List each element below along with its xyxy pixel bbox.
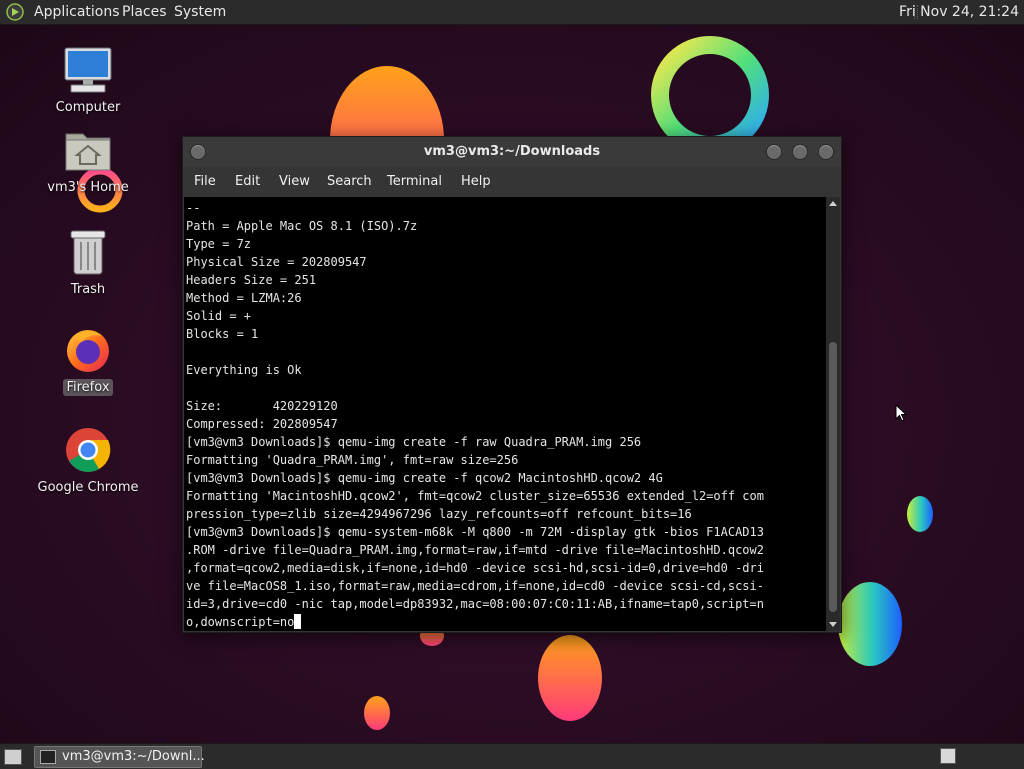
workspace-switcher[interactable] [940,748,956,764]
taskbar-window-label: vm3@vm3:~/Downl... [62,749,205,764]
places-menu[interactable]: Places [122,0,167,24]
terminal-line: Compressed: 202809547 [186,417,338,431]
terminal-line: Physical Size = 202809547 [186,255,367,269]
menu-search[interactable]: Search [327,167,372,197]
minimize-button[interactable] [766,144,782,160]
system-menu[interactable]: System [174,0,226,24]
menu-file[interactable]: File [194,167,216,197]
bottom-panel: vm3@vm3:~/Downl... [0,743,1024,769]
scroll-up-arrow-icon[interactable] [829,201,837,206]
terminal-line: .ROM -drive file=Quadra_PRAM.img,format=… [186,543,764,557]
terminal-line: Formatting 'Quadra_PRAM.img', fmt=raw si… [186,453,519,467]
terminal-output: -- Path = Apple Mac OS 8.1 (ISO).7z Type… [184,197,826,631]
menu-edit[interactable]: Edit [235,167,260,197]
terminal-menubar: File Edit View Search Terminal Help [183,167,841,197]
terminal-scrollbar[interactable] [826,197,840,631]
window-titlebar[interactable]: vm3@vm3:~/Downloads [183,137,841,167]
desktop-icon-chrome[interactable]: Google Chrome [28,426,148,496]
terminal-output-area[interactable]: -- Path = Apple Mac OS 8.1 (ISO).7z Type… [184,197,826,631]
menu-help[interactable]: Help [461,167,491,197]
terminal-line: Path = Apple Mac OS 8.1 (ISO).7z [186,219,418,233]
terminal-line: Everything is Ok [186,363,302,377]
terminal-icon [40,750,56,764]
terminal-line: [vm3@vm3 Downloads]$ qemu-img create -f … [186,471,663,485]
show-desktop-icon[interactable] [4,749,22,765]
chrome-icon [66,428,111,472]
desktop-icon-firefox[interactable]: Firefox [28,326,148,396]
taskbar-window-button[interactable]: vm3@vm3:~/Downl... [34,746,205,768]
desktop-icon-label: Google Chrome [37,480,139,495]
terminal-line: [vm3@vm3 Downloads]$ qemu-img create -f … [186,435,642,449]
desktop-icon-label: Firefox [63,379,113,396]
clock[interactable]: Fri Nov 24, 21:24 [899,0,1019,24]
terminal-line: pression_type=zlib size=4294967296 lazy_… [186,507,692,521]
menu-terminal[interactable]: Terminal [387,167,442,197]
terminal-line: Type = 7z [186,237,252,251]
desktop-icon-label: vm3's Home [47,180,129,195]
terminal-line: Headers Size = 251 [186,273,317,287]
terminal-line: Solid = + [186,309,252,323]
text-cursor [294,614,302,629]
desktop-icon-trash[interactable]: Trash [28,228,148,298]
terminal-line: Formatting 'MacintoshHD.qcow2', fmt=qcow… [186,489,764,503]
close-button[interactable] [818,144,834,160]
desktop-icon-computer[interactable]: Computer [28,46,148,116]
maximize-button[interactable] [792,144,808,160]
desktop-icon-label: Computer [55,100,121,115]
firefox-icon [67,330,109,372]
top-panel: Applications Places System Fri Nov 24, 2… [0,0,1024,25]
terminal-line: ,format=qcow2,media=disk,if=none,id=hd0 … [186,561,764,575]
applications-menu[interactable]: Applications [34,0,120,24]
computer-icon [64,47,112,93]
terminal-line: [vm3@vm3 Downloads]$ qemu-system-m68k -M… [186,525,764,539]
desktop-icon-label: Trash [70,282,106,297]
trash-icon [70,230,106,275]
system-logo-icon[interactable] [6,3,24,21]
scrollbar-thumb[interactable] [829,342,837,612]
mouse-pointer-icon [895,404,907,422]
home-folder-icon [65,133,111,171]
menu-view[interactable]: View [279,167,310,197]
desktop-icon-home[interactable]: vm3's Home [28,128,148,196]
terminal-line: id=3,drive=cd0 -nic tap,model=dp83932,ma… [186,597,764,611]
scroll-down-arrow-icon[interactable] [829,622,837,627]
terminal-line: Method = LZMA:26 [186,291,302,305]
terminal-line: -- [186,201,201,215]
terminal-line: Blocks = 1 [186,327,259,341]
terminal-line: Size: 420229120 [186,399,338,413]
terminal-line: o,downscript=no [186,615,295,629]
window-title: vm3@vm3:~/Downloads [423,144,601,159]
terminal-window[interactable]: vm3@vm3:~/Downloads File Edit View Searc… [182,136,842,633]
terminal-line: ve file=MacOS8_1.iso,format=raw,media=cd… [186,579,764,593]
